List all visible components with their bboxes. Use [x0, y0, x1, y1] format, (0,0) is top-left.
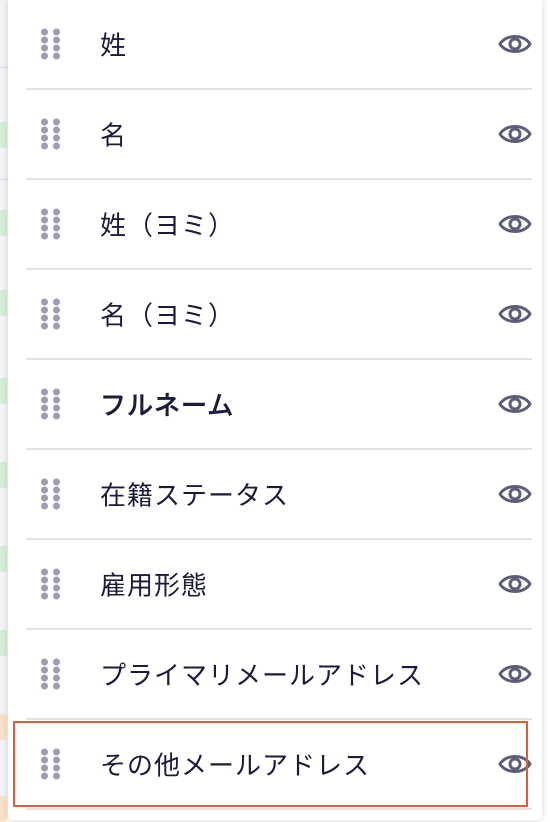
eye-icon[interactable] [498, 212, 532, 236]
column-visibility-popover: 姓 名 姓（ヨミ） 名（ヨミ） フルネーム 在籍ステータス 雇用形態 プライマリ… [8, 0, 542, 820]
background-status-tag [0, 378, 7, 404]
column-list: 姓 名 姓（ヨミ） 名（ヨミ） フルネーム 在籍ステータス 雇用形態 プライマリ… [26, 0, 532, 810]
background-status-tag [0, 290, 7, 316]
eye-icon[interactable] [498, 482, 532, 506]
column-label: 雇用形態 [100, 571, 209, 602]
eye-icon[interactable] [498, 662, 532, 686]
column-row-employment-status[interactable]: 在籍ステータス [26, 450, 532, 540]
column-label: プライマリメールアドレス [100, 661, 425, 692]
column-label: 名（ヨミ） [100, 301, 236, 332]
background-status-tag [0, 630, 7, 656]
drag-handle-icon[interactable] [41, 28, 61, 60]
eye-icon[interactable] [498, 752, 532, 776]
column-label: 在籍ステータス [100, 481, 290, 512]
column-row-employment-type[interactable]: 雇用形態 [26, 540, 532, 630]
drag-handle-icon[interactable] [41, 478, 61, 510]
eye-icon[interactable] [498, 32, 532, 56]
drag-handle-icon[interactable] [41, 388, 61, 420]
drag-handle-icon[interactable] [41, 568, 61, 600]
column-row-last-name[interactable]: 姓 [26, 0, 532, 90]
background-status-tag [0, 796, 7, 822]
column-row-first-name-kana[interactable]: 名（ヨミ） [26, 270, 532, 360]
eye-icon[interactable] [498, 302, 532, 326]
column-row-last-name-kana[interactable]: 姓（ヨミ） [26, 180, 532, 270]
column-row-other-email[interactable]: その他メールアドレス [26, 720, 532, 810]
eye-icon[interactable] [498, 572, 532, 596]
eye-icon[interactable] [498, 392, 532, 416]
column-label: 姓 [100, 31, 128, 62]
drag-handle-icon[interactable] [41, 118, 61, 150]
background-status-tag [0, 546, 7, 572]
column-label: その他メールアドレス [100, 751, 371, 782]
background-status-tag [0, 210, 7, 236]
drag-handle-icon[interactable] [41, 658, 61, 690]
eye-icon[interactable] [498, 122, 532, 146]
drag-handle-icon[interactable] [41, 208, 61, 240]
column-row-full-name[interactable]: フルネーム [26, 360, 532, 450]
column-label: 名 [100, 121, 128, 152]
column-row-primary-email[interactable]: プライマリメールアドレス [26, 630, 532, 720]
column-label: フルネーム [100, 391, 235, 422]
background-status-tag [0, 462, 7, 488]
background-status-tag [0, 714, 7, 740]
column-row-first-name[interactable]: 名 [26, 90, 532, 180]
drag-handle-icon[interactable] [41, 298, 61, 330]
drag-handle-icon[interactable] [41, 748, 61, 780]
background-status-tag [0, 122, 7, 148]
column-label: 姓（ヨミ） [100, 211, 236, 242]
